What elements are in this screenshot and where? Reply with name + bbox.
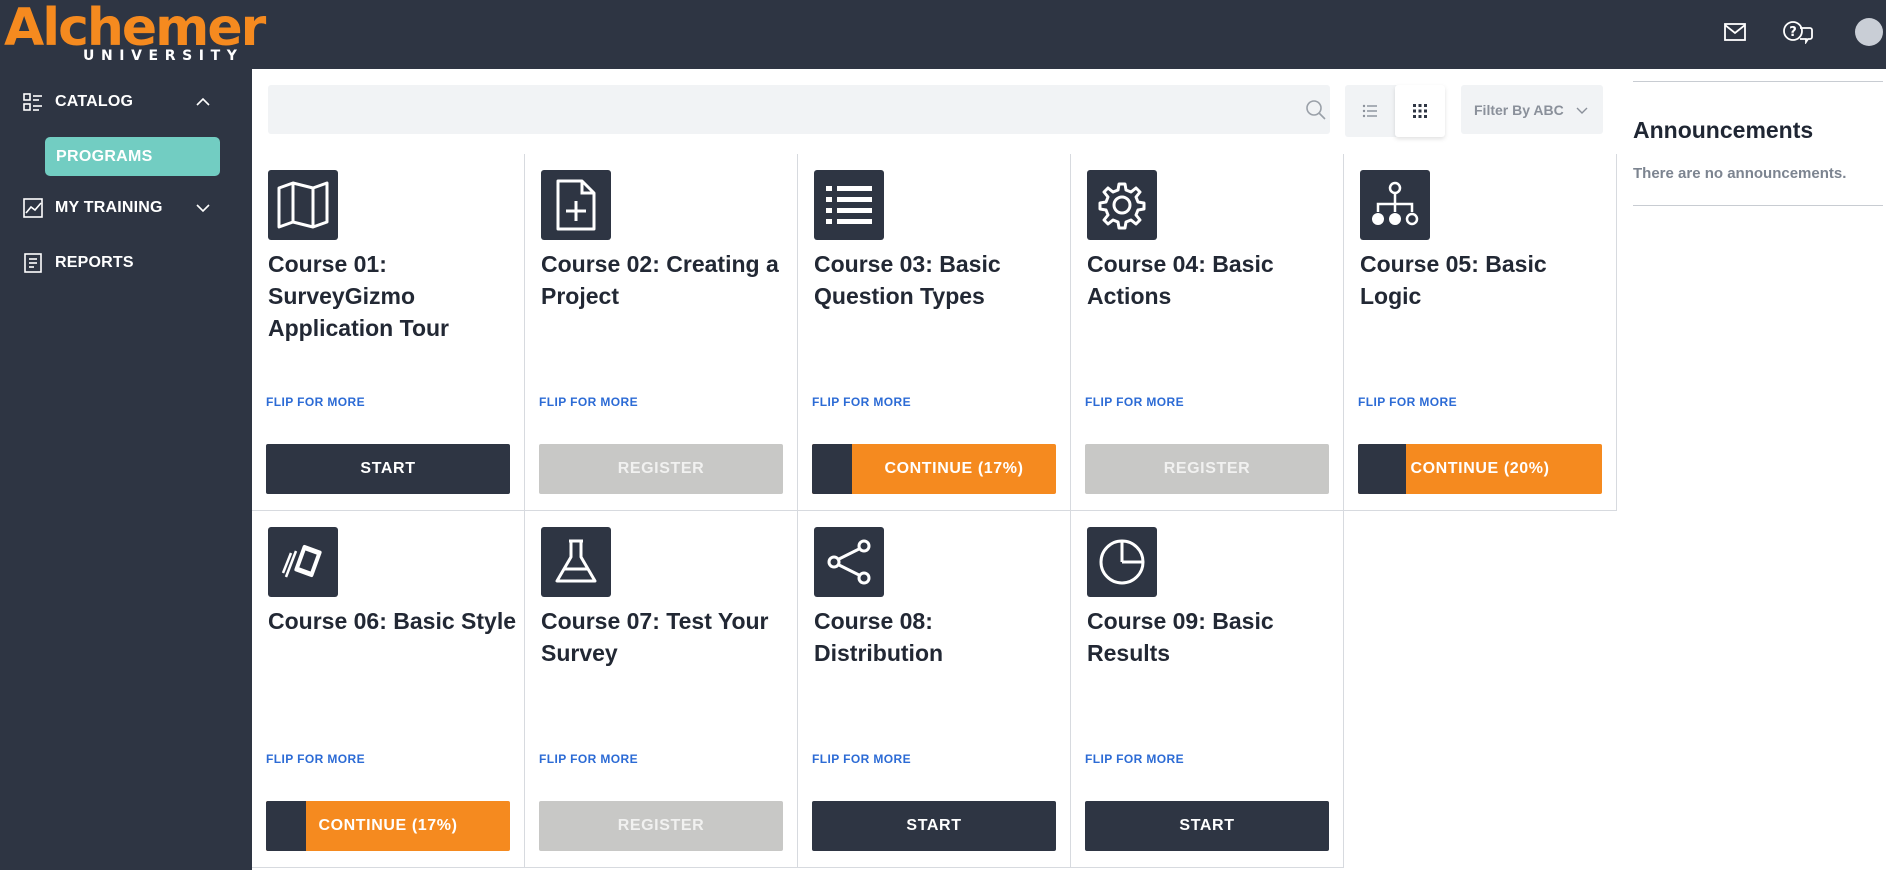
button-label: REGISTER	[617, 817, 705, 834]
course-title: Course 03: Basic Question Types	[814, 251, 1001, 309]
register-button[interactable]: REGISTER	[539, 801, 783, 851]
continue-button[interactable]: CONTINUE (17%)	[812, 444, 1056, 494]
start-button[interactable]: START	[812, 801, 1056, 851]
continue-button[interactable]: CONTINUE (17%)	[266, 801, 510, 851]
course-title: Course 07: Test Your Survey	[541, 608, 769, 666]
course-card: Course 02: Creating a Project FLIP FOR M…	[525, 154, 798, 511]
list-view-icon	[1362, 104, 1377, 118]
announcements-divider	[1633, 81, 1883, 82]
course-card: Course 04: Basic Actions FLIP FOR MORE R…	[1071, 154, 1344, 511]
course-card: Course 09: Basic Results FLIP FOR MORE S…	[1071, 511, 1344, 868]
report-icon	[24, 253, 42, 273]
search-input[interactable]	[268, 85, 1282, 134]
sidebar-item-programs[interactable]: PROGRAMS	[45, 137, 220, 176]
button-label: CONTINUE (17%)	[884, 460, 1024, 477]
flip-for-more-link[interactable]: FLIP FOR MORE	[266, 395, 365, 409]
sidebar-item-label: REPORTS	[55, 254, 134, 271]
sidebar-item-reports[interactable]: REPORTS	[0, 242, 252, 282]
button-label: CONTINUE (20%)	[1410, 460, 1550, 477]
register-button[interactable]: REGISTER	[539, 444, 783, 494]
button-label: REGISTER	[1163, 460, 1251, 477]
flip-for-more-link[interactable]: FLIP FOR MORE	[1085, 395, 1184, 409]
main-content: Filter By ABC Announcements There are no…	[252, 69, 1886, 870]
sidebar-item-label: MY TRAINING	[55, 199, 163, 216]
help-chat-icon[interactable]: ?	[1780, 16, 1816, 48]
flip-for-more-link[interactable]: FLIP FOR MORE	[812, 752, 911, 766]
course-title: Course 08: Distribution	[814, 608, 944, 666]
chevron-down-icon[interactable]	[193, 198, 213, 218]
share-icon	[814, 527, 884, 597]
flip-for-more-link[interactable]: FLIP FOR MORE	[1358, 395, 1457, 409]
pie-chart-icon	[1087, 527, 1157, 597]
catalog-icon	[23, 93, 42, 111]
button-label: CONTINUE (17%)	[318, 817, 458, 834]
sidebar-item-my-training[interactable]: MY TRAINING	[0, 187, 252, 227]
gear-icon	[1087, 170, 1157, 240]
sidebar-item-label: PROGRAMS	[56, 148, 153, 165]
button-label: START	[906, 817, 962, 834]
grid-view-button[interactable]	[1395, 85, 1445, 137]
map-icon	[268, 170, 338, 240]
file-plus-icon	[541, 170, 611, 240]
alchemer-university-logo[interactable]: Alchemer UNIVERSITY	[4, 0, 266, 64]
announcements-title: Announcements	[1633, 117, 1814, 143]
chart-icon	[23, 198, 43, 218]
course-card: Course 01: SurveyGizmo Application Tour …	[252, 154, 525, 511]
flip-for-more-link[interactable]: FLIP FOR MORE	[539, 395, 638, 409]
chevron-up-icon[interactable]	[193, 92, 213, 112]
chevron-down-icon	[1576, 107, 1588, 114]
sidebar: CATALOG PROGRAMS MY TRAINING REPORTS	[0, 69, 252, 870]
sitemap-icon	[1360, 170, 1430, 240]
sidebar-item-catalog[interactable]: CATALOG	[0, 81, 252, 121]
flip-for-more-link[interactable]: FLIP FOR MORE	[266, 752, 365, 766]
top-bar: Alchemer UNIVERSITY ?	[0, 0, 1886, 69]
course-title: Course 01: SurveyGizmo Application Tour	[268, 251, 450, 341]
swatch-icon	[268, 527, 338, 597]
filter-label: Filter By ABC	[1474, 102, 1564, 118]
search-bar	[268, 85, 1330, 134]
course-card: Course 07: Test Your Survey FLIP FOR MOR…	[525, 511, 798, 868]
view-toggle	[1345, 85, 1445, 137]
flip-for-more-link[interactable]: FLIP FOR MORE	[1085, 752, 1184, 766]
grid-view-icon	[1413, 104, 1427, 118]
course-title: Course 04: Basic Actions	[1087, 251, 1274, 309]
mail-icon[interactable]	[1717, 16, 1753, 48]
list-icon	[814, 170, 884, 240]
start-button[interactable]: START	[1085, 801, 1329, 851]
svg-text:?: ?	[1789, 25, 1797, 40]
button-label: REGISTER	[617, 460, 705, 477]
course-title: Course 02: Creating a Project	[541, 251, 779, 309]
avatar[interactable]	[1855, 18, 1883, 46]
start-button[interactable]: START	[266, 444, 510, 494]
search-icon[interactable]	[1305, 99, 1327, 121]
announcements-empty-text: There are no announcements.	[1633, 165, 1847, 182]
announcements-divider	[1633, 205, 1883, 206]
button-label: START	[1179, 817, 1235, 834]
course-card: Course 06: Basic Style FLIP FOR MORE CON…	[252, 511, 525, 868]
continue-button[interactable]: CONTINUE (20%)	[1358, 444, 1602, 494]
register-button[interactable]: REGISTER	[1085, 444, 1329, 494]
course-title: Course 05: Basic Logic	[1360, 251, 1547, 309]
flask-icon	[541, 527, 611, 597]
filter-dropdown[interactable]: Filter By ABC	[1461, 85, 1603, 134]
button-label: START	[360, 460, 416, 477]
sidebar-item-label: CATALOG	[55, 93, 134, 110]
logo-subtitle: UNIVERSITY	[83, 48, 244, 64]
course-title: Course 06: Basic Style	[268, 608, 517, 634]
flip-for-more-link[interactable]: FLIP FOR MORE	[539, 752, 638, 766]
list-view-button[interactable]	[1345, 85, 1395, 137]
course-card: Course 08: Distribution FLIP FOR MORE ST…	[798, 511, 1071, 868]
course-card: Course 05: Basic Logic FLIP FOR MORE CON…	[1344, 154, 1617, 511]
course-title: Course 09: Basic Results	[1087, 608, 1274, 666]
course-card: Course 03: Basic Question Types FLIP FOR…	[798, 154, 1071, 511]
flip-for-more-link[interactable]: FLIP FOR MORE	[812, 395, 911, 409]
